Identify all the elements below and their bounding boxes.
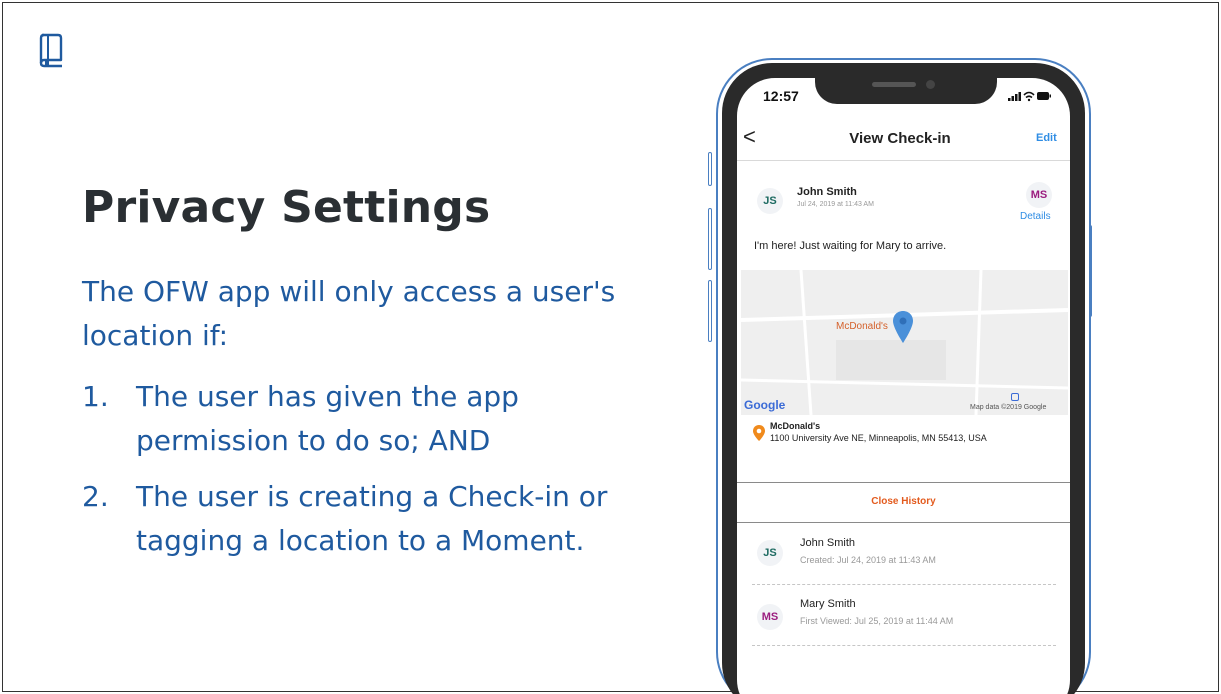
checkin-author-name: John Smith bbox=[797, 186, 857, 198]
back-button[interactable]: < bbox=[743, 126, 756, 148]
recipient-avatar[interactable]: MS bbox=[1026, 182, 1052, 208]
conditions-list: 1. The user has given the app permission… bbox=[82, 375, 642, 575]
list-number: 2. bbox=[82, 480, 109, 513]
history-name: John Smith bbox=[800, 537, 856, 549]
history-divider bbox=[752, 584, 1056, 585]
list-item: 1. The user has given the app permission… bbox=[82, 375, 642, 463]
list-item-text: The user is creating a Check-in or taggi… bbox=[136, 480, 608, 557]
nav-divider bbox=[737, 160, 1070, 161]
map-attribution: Map data ©2019 Google bbox=[970, 404, 1047, 411]
edit-button[interactable]: Edit bbox=[1036, 132, 1057, 144]
phone-volume-down bbox=[708, 280, 712, 342]
history-divider bbox=[752, 645, 1056, 646]
map-expand-icon[interactable] bbox=[1011, 393, 1019, 401]
place-address: 1100 University Ave NE, Minneapolis, MN … bbox=[770, 433, 987, 443]
place-name: McDonald's bbox=[770, 421, 821, 431]
history-meta: First Viewed: Jul 25, 2019 at 11:44 AM bbox=[800, 616, 954, 626]
screen-title: View Check-in bbox=[849, 130, 951, 147]
list-item-text: The user has given the app permission to… bbox=[136, 380, 519, 457]
phone-speaker bbox=[872, 82, 916, 87]
phone-camera bbox=[926, 80, 935, 89]
list-item: 2. The user is creating a Check-in or ta… bbox=[82, 475, 642, 563]
slide-title: Privacy Settings bbox=[82, 182, 491, 233]
details-link[interactable]: Details bbox=[1020, 211, 1051, 222]
checkin-message: I'm here! Just waiting for Mary to arriv… bbox=[754, 240, 947, 252]
intro-text: The OFW app will only access a user's lo… bbox=[82, 275, 616, 352]
google-logo: Google bbox=[744, 398, 786, 412]
history-meta: Created: Jul 24, 2019 at 11:43 AM bbox=[800, 555, 936, 565]
checkin-timestamp: Jul 24, 2019 at 11:43 AM bbox=[797, 201, 874, 208]
location-pin-icon bbox=[753, 425, 765, 441]
avatar: JS bbox=[757, 188, 783, 214]
divider bbox=[737, 522, 1070, 523]
phone-notch bbox=[815, 70, 997, 104]
status-icons bbox=[1008, 91, 1051, 102]
phone-volume-up bbox=[708, 208, 712, 270]
avatar: MS bbox=[757, 604, 783, 630]
history-name: Mary Smith bbox=[800, 598, 856, 610]
book-icon bbox=[39, 33, 63, 68]
phone-silent-switch bbox=[708, 152, 712, 186]
divider bbox=[737, 482, 1070, 483]
avatar: JS bbox=[757, 540, 783, 566]
close-history-button[interactable]: Close History bbox=[737, 496, 1070, 507]
map-place-label: McDonald's bbox=[836, 321, 888, 332]
list-number: 1. bbox=[82, 380, 109, 413]
map-pin-icon[interactable] bbox=[892, 310, 914, 344]
status-time: 12:57 bbox=[763, 88, 799, 104]
